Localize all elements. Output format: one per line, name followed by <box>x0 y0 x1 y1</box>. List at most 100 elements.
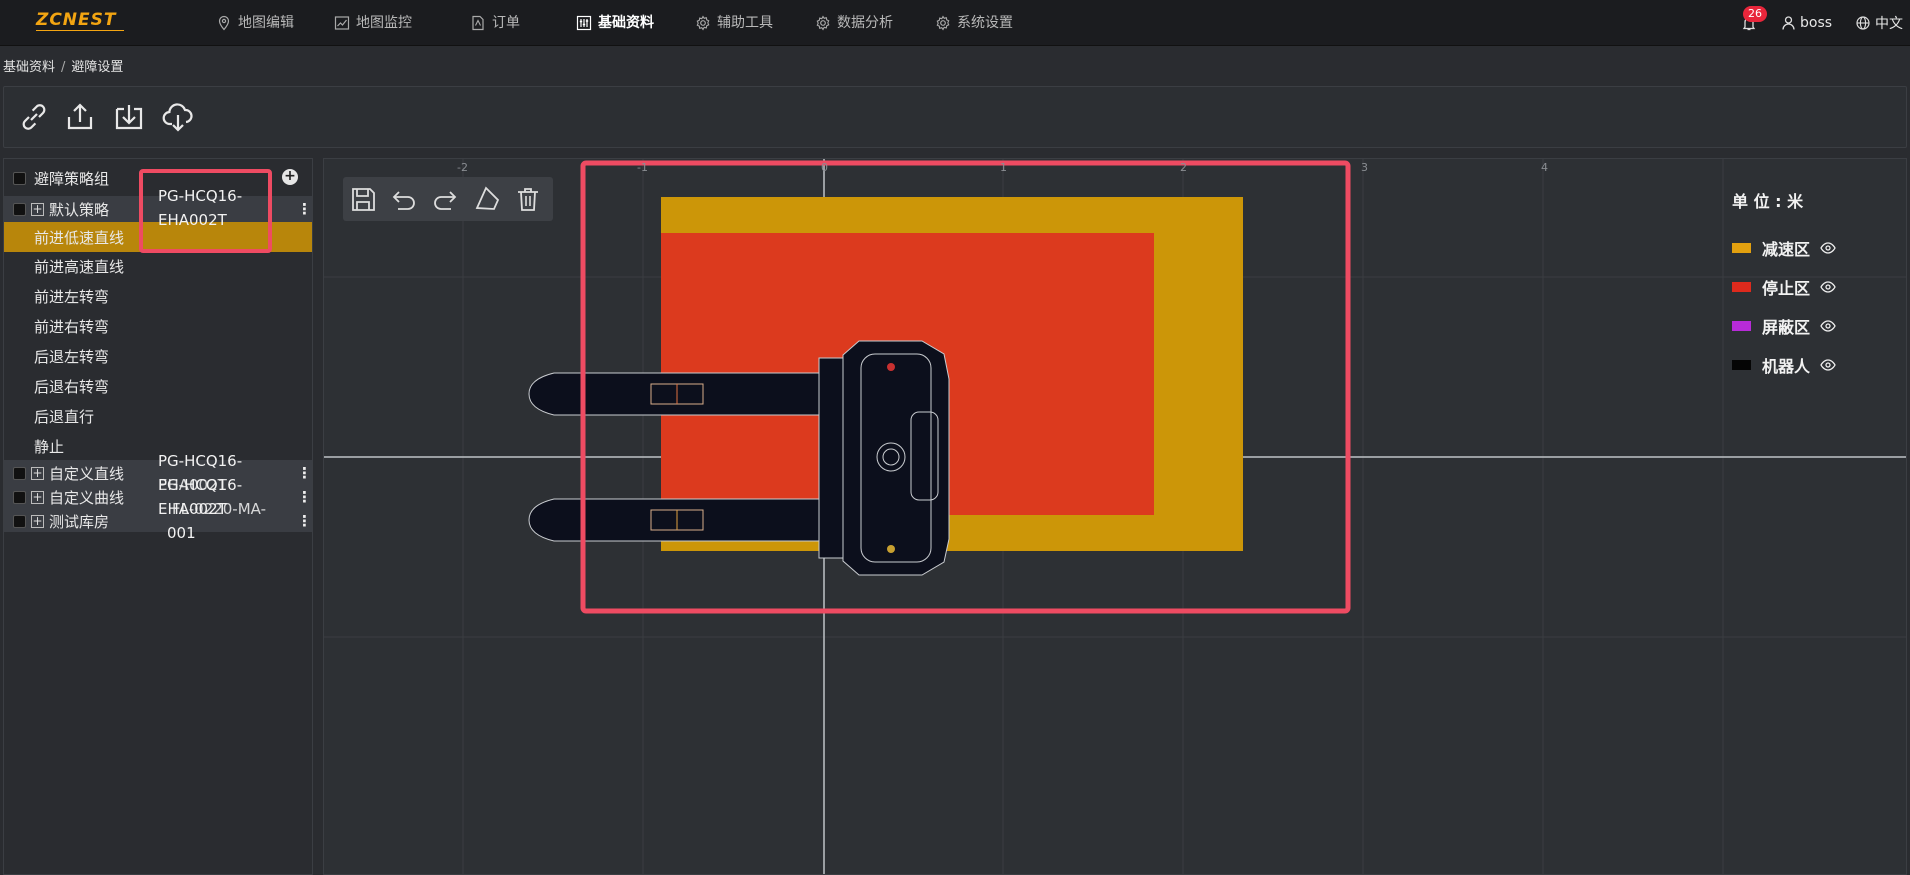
eye-icon[interactable] <box>1820 280 1836 293</box>
link-icon <box>22 104 46 130</box>
expand-icon[interactable]: + <box>31 514 44 528</box>
nav-system-settings[interactable]: 系统设置 <box>935 0 1013 46</box>
nav-orders[interactable]: 订单 <box>470 0 520 46</box>
group-label: 自定义曲线 <box>49 488 125 507</box>
add-group-button[interactable]: + <box>282 169 298 185</box>
tick-x-2: 2 <box>1180 161 1187 174</box>
robot-model-label-3: EHA002T <box>158 476 227 494</box>
legend-label: 减速区 <box>1762 239 1811 259</box>
group-checkbox[interactable] <box>13 202 26 216</box>
tick-x-0: 0 <box>821 161 828 174</box>
nav-basic-data[interactable]: 基础资料 <box>576 0 654 46</box>
language-switch[interactable]: 中文 <box>1856 0 1903 46</box>
expand-icon[interactable]: + <box>31 490 44 504</box>
language-label: 中文 <box>1875 16 1903 32</box>
tick-x--1: -1 <box>637 161 648 174</box>
group-label: 测试库房 <box>49 512 110 531</box>
upload-icon <box>67 103 93 130</box>
delete-button[interactable] <box>513 184 543 214</box>
tree-item-label: 前进右转弯 <box>34 317 110 336</box>
zone-legend: 单 位 : 米 减速区 停止区 屏蔽区 机器人 <box>1732 188 1836 384</box>
nav-map-monitor[interactable]: 地图监控 <box>334 0 412 46</box>
gear-icon <box>936 15 950 31</box>
save-button[interactable] <box>348 184 378 214</box>
breadcrumb-current: 避障设置 <box>71 60 124 75</box>
highlight-box-tooltip <box>139 169 272 253</box>
nav-label: 辅助工具 <box>717 15 773 31</box>
nav-label: 基础资料 <box>598 15 654 31</box>
import-button[interactable] <box>112 100 146 134</box>
undo-button[interactable] <box>389 184 419 214</box>
tree-item-forward-left-turn[interactable]: 前进左转弯 <box>4 284 312 308</box>
select-all-checkbox[interactable] <box>13 171 26 185</box>
group-checkbox[interactable] <box>13 514 26 528</box>
group-checkbox[interactable] <box>13 466 26 480</box>
redo-button[interactable] <box>430 184 460 214</box>
more-options-icon[interactable]: ⋮ <box>297 512 312 530</box>
notification-badge: 26 <box>1743 6 1767 22</box>
legend-item-slow: 减速区 <box>1732 228 1836 267</box>
gear-icon <box>696 15 710 31</box>
nav-label: 地图编辑 <box>238 15 294 31</box>
legend-label: 停止区 <box>1762 278 1811 298</box>
legend-swatch <box>1732 320 1751 331</box>
canvas-tool-palette <box>343 177 553 221</box>
nav-data-analysis[interactable]: 数据分析 <box>815 0 893 46</box>
delete-icon <box>518 188 538 211</box>
tick-x-3: 3 <box>1361 161 1368 174</box>
tree-header-label: 避障策略组 <box>34 169 110 188</box>
logo-underline <box>36 30 124 31</box>
undo-icon <box>392 191 415 210</box>
legend-unit-title: 单 位 : 米 <box>1732 192 1804 211</box>
legend-item-robot: 机器人 <box>1732 345 1836 384</box>
redo-icon <box>434 191 457 210</box>
eye-icon[interactable] <box>1820 241 1836 254</box>
tree-item-label: 静止 <box>34 437 65 456</box>
nav-label: 地图监控 <box>356 15 412 31</box>
eye-icon[interactable] <box>1820 319 1836 332</box>
user-icon <box>1782 16 1795 30</box>
zone-editor-canvas[interactable]: -2 -1 0 1 2 3 4 <box>323 158 1907 875</box>
legend-label: 屏蔽区 <box>1762 317 1811 337</box>
polygon-icon <box>475 186 500 210</box>
logo: ZCNEST <box>36 10 117 30</box>
username: boss <box>1800 15 1833 31</box>
tree-item-forward-right-turn[interactable]: 前进右转弯 <box>4 314 312 338</box>
group-checkbox[interactable] <box>13 490 26 504</box>
tree-item-forward-high-straight[interactable]: 前进高速直线 <box>4 254 312 278</box>
legend-label: 机器人 <box>1762 356 1811 376</box>
tick-x-4: 4 <box>1541 161 1548 174</box>
tree-item-label: 前进低速直线 <box>34 228 125 247</box>
tree-item-label: 后退右转弯 <box>34 377 110 396</box>
gear-icon <box>816 15 830 31</box>
nav-aux-tools[interactable]: 辅助工具 <box>695 0 773 46</box>
tree-item-label: 后退直行 <box>34 407 95 426</box>
polygon-tool-button[interactable] <box>472 184 502 214</box>
document-icon <box>472 15 484 31</box>
robot-model-label-5: FL-0220-MA- <box>172 500 267 518</box>
robot-model-label-6: 001 <box>167 524 196 542</box>
download-icon <box>115 105 143 130</box>
tree-item-backward-straight[interactable]: 后退直行 <box>4 404 312 428</box>
link-button[interactable] <box>17 100 51 134</box>
breadcrumb-root[interactable]: 基础资料 <box>3 60 55 75</box>
expand-icon[interactable]: + <box>31 466 44 480</box>
more-options-icon[interactable]: ⋮ <box>297 200 312 218</box>
sliders-icon <box>576 15 592 31</box>
nav-label: 系统设置 <box>957 15 1013 31</box>
tree-item-backward-right-turn[interactable]: 后退右转弯 <box>4 374 312 398</box>
expand-icon[interactable]: + <box>31 202 44 216</box>
eye-icon[interactable] <box>1820 358 1836 371</box>
more-options-icon[interactable]: ⋮ <box>297 488 312 506</box>
nav-label: 订单 <box>492 15 520 31</box>
tree-item-backward-left-turn[interactable]: 后退左转弯 <box>4 344 312 368</box>
export-button[interactable] <box>63 100 97 134</box>
legend-swatch <box>1732 242 1751 253</box>
legend-swatch <box>1732 281 1751 292</box>
nav-map-edit[interactable]: 地图编辑 <box>216 0 294 46</box>
top-nav-bar: ZCNEST 地图编辑 地图监控 订单 基础资料 辅助工具 数据分析 系统设置 … <box>0 0 1910 46</box>
more-options-icon[interactable]: ⋮ <box>297 464 312 482</box>
cloud-download-button[interactable] <box>161 100 195 134</box>
canvas-drawing: -2 -1 0 1 2 3 4 <box>324 159 1906 874</box>
user-menu[interactable]: boss <box>1782 0 1832 46</box>
